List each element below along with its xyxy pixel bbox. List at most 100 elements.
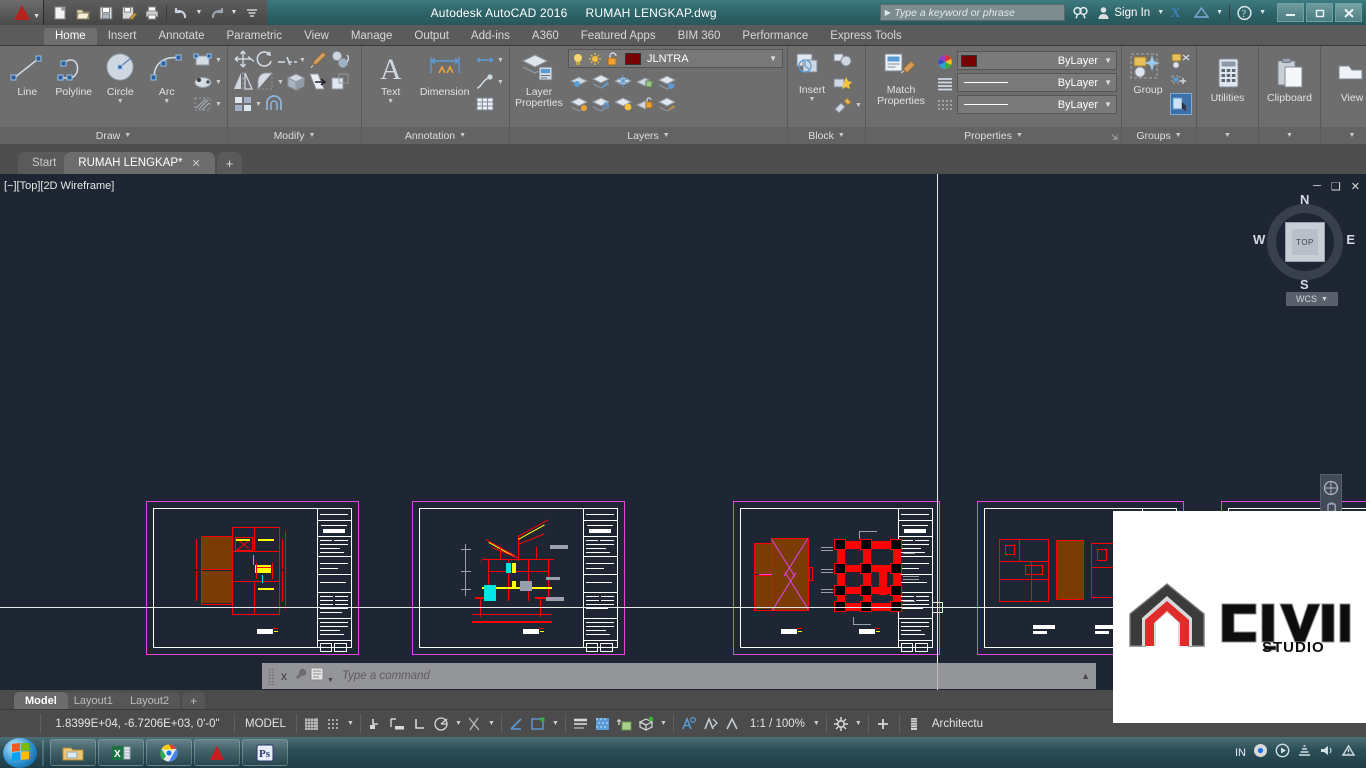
new-layout-button[interactable]: + [182, 692, 206, 709]
text-dropdown-icon[interactable]: ▼ [387, 98, 394, 105]
viewport-restore-icon[interactable]: ❑ [1331, 180, 1341, 193]
ribbon-tab-featured-apps[interactable]: Featured Apps [570, 28, 667, 45]
sign-in-button[interactable]: Sign In [1096, 5, 1150, 20]
group-edit-icon[interactable] [1170, 71, 1192, 93]
hatch-dropdown-icon[interactable]: ▼ [214, 93, 223, 115]
plot-icon[interactable] [141, 2, 162, 23]
hatch-icon[interactable] [192, 93, 214, 115]
panel-annotation-title[interactable]: Annotation ▼ [362, 127, 509, 144]
rectangle-dropdown-icon[interactable]: ▼ [214, 49, 223, 71]
ribbon-tab-view[interactable]: View [293, 28, 340, 45]
linetype-control[interactable]: ByLayer ▼ [957, 73, 1117, 92]
array-dropdown-icon[interactable]: ▼ [254, 93, 263, 115]
leader-dropdown-icon[interactable]: ▼ [496, 71, 505, 93]
workspace-name[interactable]: Architectu [926, 718, 989, 730]
start-button[interactable] [3, 737, 37, 768]
ribbon-tab-performance[interactable]: Performance [731, 28, 819, 45]
array-icon[interactable] [232, 93, 254, 115]
tool-arc[interactable]: Arc ▼ [144, 49, 191, 105]
panel-clipboard-title[interactable]: ▼ [1259, 127, 1320, 144]
scale-icon[interactable] [329, 71, 351, 93]
taskbar-photoshop-icon[interactable]: Ps [242, 739, 288, 766]
polar-tracking-icon[interactable] [431, 713, 453, 735]
tray-media-icon[interactable] [1275, 743, 1290, 763]
view-cube-top-face[interactable]: TOP [1285, 222, 1325, 262]
object-snap-tracking-icon[interactable] [464, 713, 486, 735]
command-line-close-icon[interactable]: x [281, 669, 287, 683]
lineweight-icon[interactable] [570, 713, 592, 735]
tray-network-icon[interactable] [1297, 744, 1312, 762]
redo-icon[interactable] [206, 2, 227, 23]
tool-match-properties[interactable]: Match Properties [870, 49, 932, 107]
tray-volume-icon[interactable] [1319, 744, 1334, 762]
tool-clipboard[interactable]: Clipboard [1263, 49, 1316, 104]
annotation-scale-lock-icon[interactable] [722, 713, 744, 735]
ribbon-tab-home[interactable]: Home [44, 28, 97, 45]
command-line[interactable]: x ▼ Type a command ▲ [262, 663, 1096, 689]
layer-color-swatch[interactable] [625, 52, 641, 65]
layer-merge-icon[interactable] [656, 93, 678, 115]
floor-plan-sheet[interactable] [146, 501, 359, 655]
multileader-dim-icon[interactable] [474, 49, 496, 71]
panel-view-title[interactable]: ▼ [1321, 127, 1366, 144]
hardware-acceleration-icon[interactable] [904, 713, 926, 735]
3d-object-snap-icon[interactable] [528, 713, 550, 735]
insert-dropdown-icon[interactable]: ▼ [809, 96, 816, 103]
save-as-icon[interactable] [118, 2, 139, 23]
arc-dropdown-icon[interactable]: ▼ [163, 98, 170, 105]
snap-dropdown-icon[interactable]: ▼ [345, 720, 356, 727]
tool-text[interactable]: A Text ▼ [366, 49, 415, 105]
new-file-tab-button[interactable]: + [216, 152, 243, 174]
panel-groups-title[interactable]: Groups ▼ [1122, 127, 1196, 144]
tool-polyline[interactable]: Polyline [51, 49, 98, 98]
ribbon-tab-bim360[interactable]: BIM 360 [667, 28, 732, 45]
osnap-track-dropdown-icon[interactable]: ▼ [486, 720, 497, 727]
file-tab-start[interactable]: Start [18, 152, 71, 174]
ribbon-tab-output[interactable]: Output [403, 28, 460, 45]
coordinates-display[interactable]: 1.8399E+04, -6.7206E+03, 0'-0" [45, 718, 230, 730]
info-center-search[interactable]: ▶ [880, 4, 1066, 21]
layout-tab-layout1[interactable]: Layout1 [62, 692, 124, 709]
rectangle-icon[interactable] [192, 49, 214, 71]
taskbar-chrome-icon[interactable] [146, 739, 192, 766]
snap-mode-icon[interactable] [323, 713, 345, 735]
layer-isolate-icon[interactable] [656, 71, 678, 93]
taskbar-windows-explorer-icon[interactable] [50, 739, 96, 766]
selection-cycling-icon[interactable] [614, 713, 636, 735]
scale-dropdown-icon[interactable]: ▼ [811, 720, 822, 727]
tool-layer-properties[interactable]: Layer Properties [514, 49, 564, 109]
customize-quick-access-icon[interactable] [241, 2, 262, 23]
ortho-mode-icon[interactable] [409, 713, 431, 735]
tool-insert[interactable]: Insert ▼ [792, 49, 832, 103]
ungroup-icon[interactable] [1170, 49, 1192, 71]
input-language-indicator[interactable]: IN [1235, 747, 1246, 759]
annotation-visibility-icon[interactable] [678, 713, 700, 735]
polar-dropdown-icon[interactable]: ▼ [453, 720, 464, 727]
redo-dropdown-icon[interactable]: ▼ [229, 2, 239, 23]
ribbon-tab-parametric[interactable]: Parametric [216, 28, 294, 45]
layer-change-icon[interactable] [590, 93, 612, 115]
tray-action-center-icon[interactable] [1341, 744, 1356, 762]
object-snap-icon[interactable] [506, 713, 528, 735]
workspace-dropdown-icon[interactable]: ▼ [853, 720, 864, 727]
group-selection-on-icon[interactable] [1170, 93, 1192, 115]
annotation-scale-value[interactable]: 1:1 / 100% [744, 718, 811, 730]
autodesk-logo-icon[interactable] [1191, 2, 1212, 23]
panel-block-title[interactable]: Block ▼ [788, 127, 865, 144]
dynamic-input-icon[interactable] [387, 713, 409, 735]
layer-lock-icon[interactable] [634, 71, 656, 93]
fillet-dropdown-icon[interactable]: ▼ [276, 71, 285, 93]
sign-in-dropdown-icon[interactable]: ▼ [1157, 9, 1164, 16]
layer-control[interactable]: JLNTRA ▼ [568, 49, 783, 68]
view-cube-north-label[interactable]: N [1300, 192, 1309, 207]
workspace-switching-icon[interactable] [831, 713, 853, 735]
taskbar-excel-icon[interactable]: X [98, 739, 144, 766]
ribbon-tab-express-tools[interactable]: Express Tools [819, 28, 912, 45]
table-icon[interactable] [474, 93, 496, 115]
mirror-icon[interactable] [232, 71, 254, 93]
layout-tab-model[interactable]: Model [14, 692, 68, 709]
object-color-control[interactable]: ByLayer ▼ [957, 51, 1117, 70]
create-block-icon[interactable] [832, 72, 854, 94]
building-section-sheet[interactable] [412, 501, 625, 655]
autodesk-dropdown-icon[interactable]: ▼ [1216, 9, 1223, 16]
